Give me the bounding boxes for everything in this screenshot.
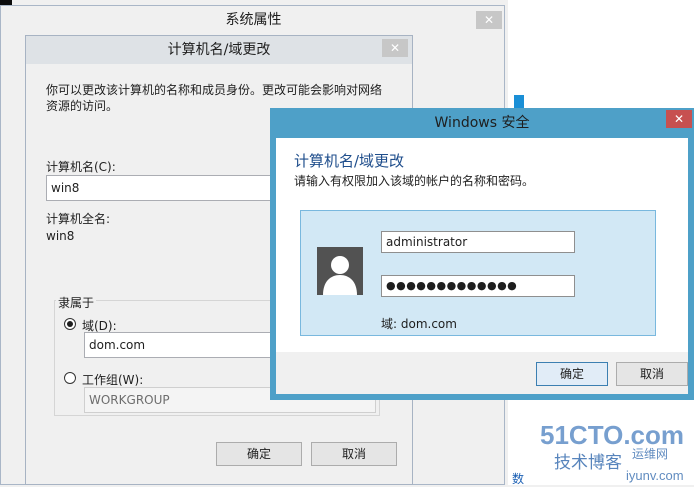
close-icon[interactable]: ✕ [666, 110, 692, 128]
domain-label: 域: dom.com [381, 317, 457, 331]
content-area: 计算机名/域更改 请输入有权限加入该域的帐户的名称和密码。 administra… [276, 138, 688, 352]
cancel-button[interactable]: 取消 [616, 362, 688, 386]
dialog-title: Windows 安全 [434, 115, 530, 131]
dialog-title: 计算机名/域更改 [167, 42, 271, 58]
computer-name-label: 计算机名(C): [46, 160, 116, 174]
window-title: 系统属性 [225, 12, 282, 28]
ok-button[interactable]: 确定 [536, 362, 608, 386]
full-name-label: 计算机全名: [46, 212, 111, 226]
workgroup-radio-label: 工作组(W): [82, 373, 144, 387]
background-link[interactable]: 数 [512, 470, 524, 487]
watermark-url: iyunv.com [626, 468, 684, 483]
title-bar: 计算机名/域更改 ✕ [26, 36, 412, 64]
ok-button[interactable]: 确定 [216, 442, 302, 466]
domain-radio[interactable] [64, 318, 76, 330]
watermark-tagline: 技术博客 [554, 453, 622, 473]
heading: 计算机名/域更改 [294, 152, 405, 170]
close-icon[interactable]: ✕ [382, 39, 408, 57]
cancel-button[interactable]: 取消 [311, 442, 397, 466]
windows-security-dialog: Windows 安全 ✕ 计算机名/域更改 请输入有权限加入该域的帐户的名称和密… [270, 108, 694, 400]
credential-tile[interactable]: administrator ●●●●●●●●●●●●● 域: dom.com [300, 210, 656, 336]
instruction-text: 请输入有权限加入该域的帐户的名称和密码。 [294, 174, 535, 188]
close-icon[interactable]: ✕ [476, 11, 502, 29]
watermark-site: 51CTO.com [540, 420, 684, 450]
workgroup-radio[interactable] [64, 372, 76, 384]
full-name-value: win8 [46, 229, 75, 243]
watermark-badge: 运维网 [632, 447, 668, 461]
member-of-label: 隶属于 [56, 294, 97, 311]
user-avatar-icon [317, 247, 363, 295]
password-input[interactable]: ●●●●●●●●●●●●● [381, 275, 575, 297]
watermark-logo: 51CTO.com 技术博客 运维网 iyunv.com [540, 420, 684, 483]
username-input[interactable]: administrator [381, 231, 575, 253]
dialog-body: 计算机名/域更改 请输入有权限加入该域的帐户的名称和密码。 administra… [276, 138, 688, 394]
